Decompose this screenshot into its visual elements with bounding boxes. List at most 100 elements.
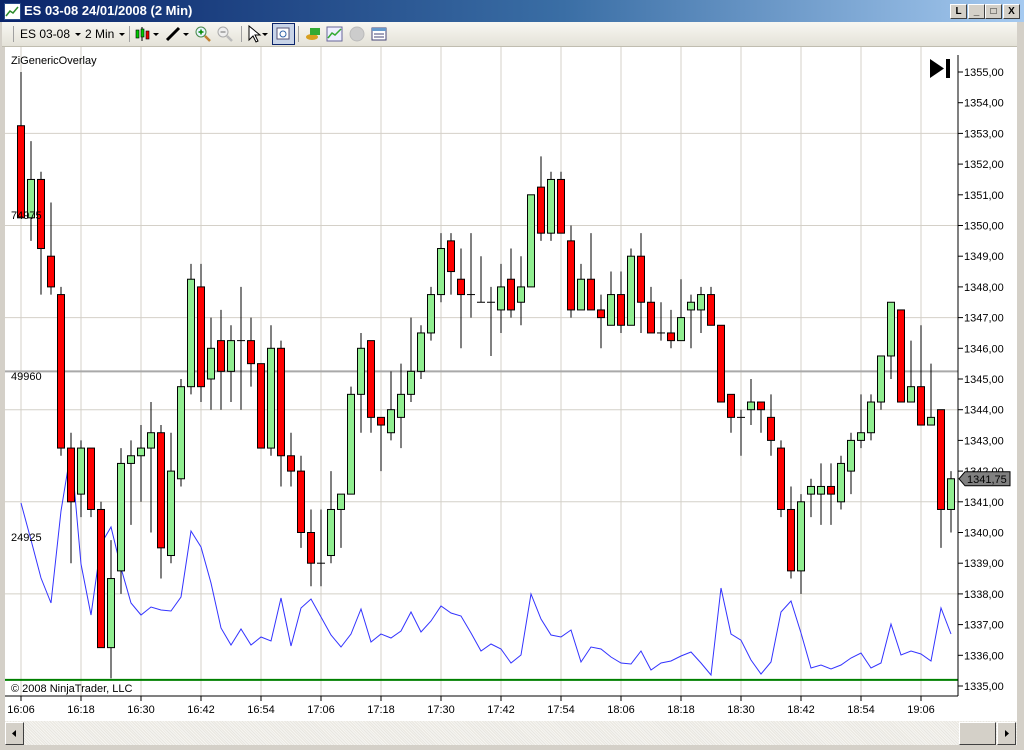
candle-body-down <box>777 447 785 510</box>
candle-body-down <box>597 309 605 319</box>
pointer-button[interactable] <box>246 24 270 43</box>
candle-body-up <box>397 393 405 418</box>
data-box-icon <box>306 28 320 40</box>
price-chart[interactable]: 16:06 16:18 16:30 16:42 16:54 17:06 17:18 17:30… <box>5 47 1017 721</box>
candle <box>857 394 865 449</box>
candle <box>397 363 405 449</box>
candle <box>767 394 775 456</box>
last-price-label: 1341,75 <box>967 474 1007 486</box>
y-tick-label: 1337,00 <box>964 620 1004 632</box>
candle <box>267 325 275 456</box>
candle <box>417 325 425 379</box>
strategies-button[interactable] <box>348 25 366 43</box>
horizontal-scrollbar[interactable] <box>5 721 1017 745</box>
candle-body-up <box>607 294 615 326</box>
candle <box>197 263 205 403</box>
candle-body-down <box>567 240 575 311</box>
candle <box>677 279 685 342</box>
candle-body-up <box>687 301 695 311</box>
y-tick-label: 1351,00 <box>964 190 1004 202</box>
candle <box>487 286 495 356</box>
candle-body-up <box>697 294 705 311</box>
y-tick-label: 1336,00 <box>964 650 1004 662</box>
close-button[interactable]: X <box>1003 4 1020 19</box>
candle <box>577 263 585 311</box>
candle-body-up <box>527 194 535 288</box>
candle-body-down <box>457 278 465 296</box>
candle-body-down <box>937 409 945 510</box>
chart-panel[interactable]: 16:06 16:18 16:30 16:42 16:54 17:06 17:18 17:30… <box>5 47 1017 721</box>
y-tick-label: 1355,00 <box>964 67 1004 79</box>
maximize-button[interactable]: □ <box>985 4 1002 19</box>
candle <box>97 501 105 649</box>
candle <box>237 286 245 410</box>
candle-body-down <box>647 301 655 334</box>
candle-body-up <box>137 447 145 457</box>
instrument-label: ES 03-08 <box>20 27 71 41</box>
properties-button[interactable] <box>370 25 388 43</box>
zoom-in-button[interactable] <box>194 25 212 43</box>
candle <box>837 455 845 510</box>
candle <box>777 440 785 518</box>
candle <box>627 248 635 326</box>
minimize-button[interactable]: _ <box>968 4 985 19</box>
scroll-thumb[interactable] <box>959 722 996 745</box>
pointer-icon <box>248 24 268 43</box>
drawing-tool-button[interactable] <box>164 25 192 43</box>
candle <box>87 447 95 518</box>
zoom-out-icon <box>217 26 233 42</box>
candle-body-up <box>747 401 755 411</box>
x-tick-label: 17:18 <box>367 704 395 716</box>
x-tick-label: 18:18 <box>667 704 695 716</box>
candle <box>697 286 705 333</box>
candle <box>517 256 525 326</box>
zoom-out-button[interactable] <box>216 25 234 43</box>
candle <box>67 432 75 564</box>
zoom-box-button[interactable] <box>272 23 295 45</box>
y-tick-label: 1335,00 <box>964 681 1004 693</box>
candle <box>77 440 85 518</box>
candle <box>47 202 55 295</box>
candle <box>177 379 185 487</box>
x-tick-label: 16:30 <box>127 704 155 716</box>
interval-dropdown[interactable]: 2 Min <box>85 25 126 43</box>
candle <box>707 286 715 326</box>
candle-body-down <box>287 455 295 472</box>
candle-body-down <box>787 508 795 572</box>
toolbar-separator <box>241 26 242 42</box>
candle <box>887 301 895 379</box>
x-tick-label: 18:54 <box>847 704 875 716</box>
candle <box>137 425 145 502</box>
candle-body-down <box>507 278 515 311</box>
candlestick-style-button[interactable] <box>134 25 162 43</box>
scroll-left-button[interactable] <box>5 722 24 745</box>
scroll-right-button[interactable] <box>997 722 1016 745</box>
candle <box>747 379 755 426</box>
candle-body-down <box>667 332 675 342</box>
y-tick-label: 1352,00 <box>964 159 1004 171</box>
data-box-button[interactable] <box>304 25 322 43</box>
candle <box>667 309 675 349</box>
candle-body-up <box>107 578 115 649</box>
candle <box>447 233 455 295</box>
candle-body-down <box>307 532 315 564</box>
instrument-dropdown[interactable]: ES 03-08 <box>20 25 82 43</box>
candle-body-down <box>297 470 305 534</box>
candle <box>917 325 925 426</box>
candle <box>57 286 65 456</box>
candle <box>937 409 945 548</box>
x-tick-label: 16:06 <box>7 704 35 716</box>
scroll-to-end-button[interactable] <box>930 59 950 78</box>
y-tick-label: 1338,00 <box>964 589 1004 601</box>
overlay-axis-label: 49960 <box>11 371 42 383</box>
y-tick-label: 1339,00 <box>964 558 1004 570</box>
toolbar-separator <box>298 26 299 42</box>
indicators-button[interactable] <box>326 25 344 43</box>
candle-body-up <box>817 485 825 495</box>
candlestick-series <box>17 72 955 679</box>
candle <box>717 324 725 403</box>
candle-body-up <box>907 386 915 403</box>
window-title: ES 03-08 24/01/2008 (2 Min) <box>24 3 193 18</box>
link-button[interactable]: L <box>950 4 967 19</box>
candle-body-up <box>867 401 875 434</box>
